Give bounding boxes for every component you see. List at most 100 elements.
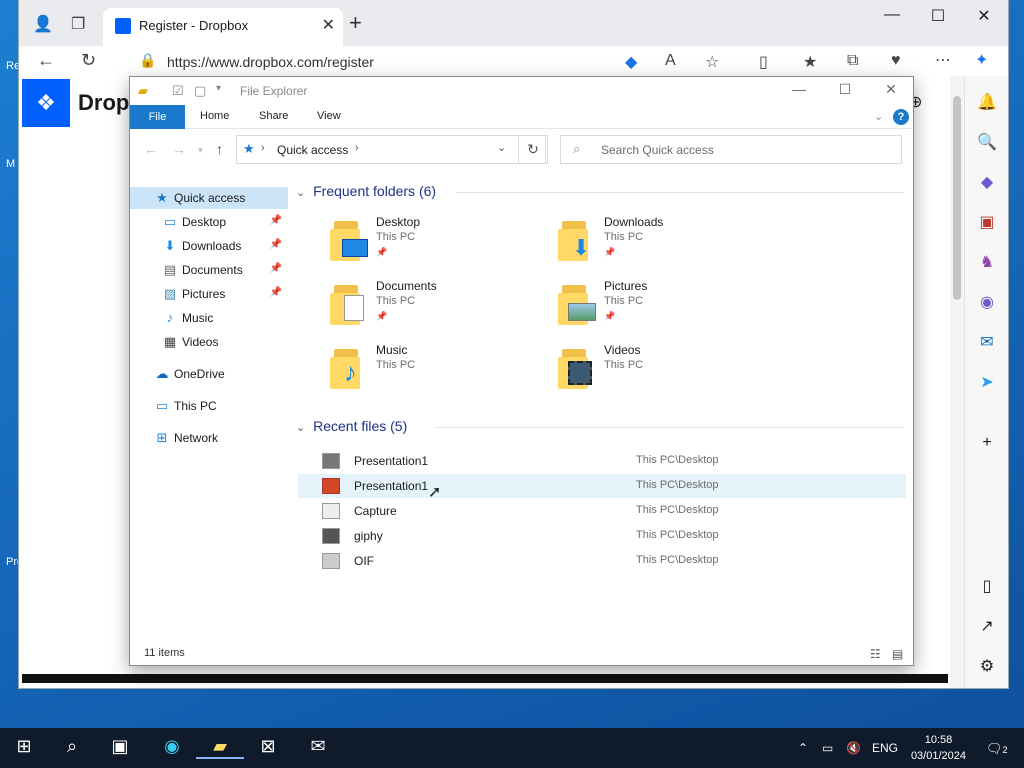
ribbon-expand-icon[interactable]: ⌄ — [874, 110, 883, 123]
collapse-chevron-icon[interactable]: ⌄ — [296, 187, 305, 199]
nav-item-onedrive[interactable]: ☁ OneDrive — [130, 363, 288, 385]
explorer-minimize-button[interactable]: — — [776, 81, 822, 97]
external-link-icon[interactable]: ↗ — [977, 616, 997, 636]
properties-icon[interactable]: ☑ — [172, 83, 184, 99]
collapse-chevron-icon[interactable]: ⌄ — [296, 422, 305, 434]
coupon-tag-icon[interactable]: ◆ — [625, 52, 637, 72]
large-icons-view-icon[interactable]: ▤ — [892, 647, 903, 661]
new-folder-icon[interactable]: ▢ — [194, 83, 206, 99]
volume-muted-icon[interactable]: 🔇 — [846, 741, 861, 755]
address-dropdown-icon[interactable]: ⌄ — [497, 141, 506, 154]
nav-item-pictures[interactable]: ▨ Pictures 📌 — [130, 283, 288, 305]
folder-tile-music[interactable]: ♪ Music This PC — [330, 343, 550, 399]
folder-tile-documents[interactable]: Documents This PC 📌 — [330, 279, 550, 335]
collections-icon[interactable]: ⧉ — [847, 52, 858, 70]
store-icon[interactable]: ⊠ — [244, 736, 292, 757]
recent-locations-icon[interactable]: ▾ — [198, 145, 203, 156]
recent-file-row[interactable]: Capture This PC\Desktop — [298, 499, 906, 523]
nav-item-music[interactable]: ♪ Music — [130, 307, 288, 329]
clock[interactable]: 10:58 03/01/2024 — [911, 732, 966, 764]
breadcrumb-chevron-icon[interactable]: › — [261, 142, 265, 154]
nav-item-documents[interactable]: ▤ Documents 📌 — [130, 259, 288, 281]
settings-gear-icon[interactable]: ⚙ — [977, 656, 997, 676]
file-explorer-icon[interactable]: ▰ — [196, 736, 244, 759]
nav-item-desktop[interactable]: ▭ Desktop 📌 — [130, 211, 288, 233]
folder-tile-videos[interactable]: Videos This PC — [558, 343, 778, 399]
search-icon[interactable]: 🔍 — [977, 132, 997, 152]
breadcrumb-chevron-icon[interactable]: › — [355, 142, 359, 154]
read-aloud-icon[interactable]: A — [665, 52, 676, 70]
add-icon[interactable]: + — [977, 434, 997, 452]
up-arrow-icon[interactable]: ↑ — [216, 141, 223, 157]
task-view-icon[interactable]: ▣ — [96, 736, 144, 757]
bell-icon[interactable]: 🔔 — [977, 92, 997, 112]
favorite-star-icon[interactable]: ☆ — [705, 52, 719, 72]
folder-tile-downloads[interactable]: ⬇ Downloads This PC 📌 — [558, 215, 778, 271]
back-icon[interactable]: ← — [37, 50, 55, 71]
explorer-close-button[interactable]: ✕ — [868, 81, 914, 98]
nav-item-downloads[interactable]: ⬇ Downloads 📌 — [130, 235, 288, 257]
maximize-button[interactable]: ☐ — [915, 6, 961, 26]
search-box[interactable]: ⌕ Search Quick access — [560, 135, 902, 164]
nav-item-network[interactable]: ⊞ Network — [130, 427, 288, 449]
new-tab-button[interactable]: + — [349, 12, 362, 34]
notification-center-icon[interactable]: 🗨2 — [986, 741, 1008, 757]
nav-item-quick-access[interactable]: ★ Quick access — [130, 187, 288, 209]
tab-home[interactable]: Home — [200, 110, 229, 122]
tools-icon[interactable]: ▣ — [977, 212, 997, 232]
recent-file-row[interactable]: giphy This PC\Desktop — [298, 524, 906, 548]
drop-send-icon[interactable]: ➤ — [977, 372, 997, 392]
lock-icon[interactable]: 🔒 — [139, 52, 156, 69]
recent-file-row[interactable]: OIF This PC\Desktop — [298, 549, 906, 573]
nav-item-videos[interactable]: ▦ Videos — [130, 331, 288, 353]
tab-view[interactable]: View — [317, 110, 341, 122]
dropbox-logo-icon[interactable]: ❖ — [22, 79, 70, 127]
browser-essentials-icon[interactable]: ♥ — [891, 52, 901, 70]
tab-share[interactable]: Share — [259, 110, 288, 122]
split-screen-icon[interactable]: ▯ — [759, 52, 768, 72]
network-status-icon[interactable]: ▭ — [822, 741, 833, 755]
breadcrumb-quick-access[interactable]: Quick access — [277, 143, 348, 157]
mail-icon[interactable]: ✉ — [294, 736, 342, 757]
more-menu-icon[interactable]: ⋯ — [935, 50, 951, 70]
copilot-icon[interactable]: ✦ — [975, 50, 988, 70]
show-hidden-icons-icon[interactable]: ⌃ — [798, 741, 808, 755]
m365-icon[interactable]: ◉ — [977, 292, 997, 312]
tab-close-icon[interactable]: ✕ — [322, 15, 335, 35]
start-windows-icon[interactable]: ⊞ — [0, 736, 48, 757]
outlook-icon[interactable]: ✉ — [977, 332, 997, 352]
edge-icon[interactable]: ◉ — [148, 736, 196, 757]
favorites-icon[interactable]: ★ — [803, 52, 817, 72]
sidebar-toggle-icon[interactable]: ▯ — [977, 576, 997, 596]
refresh-icon[interactable]: ↻ — [81, 50, 96, 71]
qat-dropdown-icon[interactable]: ▾ — [216, 83, 221, 94]
tab-file[interactable]: File — [130, 105, 185, 129]
search-icon[interactable]: ⌕ — [48, 736, 96, 757]
tab-register-dropbox[interactable]: Register - Dropbox ✕ — [103, 8, 343, 46]
explorer-maximize-button[interactable]: ☐ — [822, 81, 868, 98]
recent-file-row[interactable]: Presentation1 This PC\Desktop ➚ — [298, 474, 906, 501]
url-text[interactable]: https://www.dropbox.com/register — [167, 54, 374, 70]
address-box[interactable]: ★ › Quick access › ⌄ — [236, 135, 546, 164]
url-box[interactable]: 🔒 https://www.dropbox.com/register — [129, 48, 699, 74]
folder-tile-desktop[interactable]: Desktop This PC 📌 — [330, 215, 550, 271]
forward-arrow-icon[interactable]: → — [172, 141, 186, 157]
folder-tile-pictures[interactable]: Pictures This PC 📌 — [558, 279, 778, 335]
frequent-folders-header[interactable]: ⌄ Frequent folders (6) — [296, 183, 904, 199]
profile-icon[interactable]: 👤 — [33, 14, 53, 34]
tab-actions-icon[interactable]: ❐ — [71, 14, 85, 34]
games-icon[interactable]: ♞ — [977, 252, 997, 272]
scrollbar-thumb[interactable] — [953, 96, 961, 300]
page-scrollbar[interactable] — [950, 76, 964, 688]
minimize-button[interactable]: — — [869, 6, 915, 24]
language-indicator[interactable]: ENG — [872, 741, 898, 755]
details-view-icon[interactable]: ☷ — [870, 647, 881, 661]
nav-item-this-pc[interactable]: ▭ This PC — [130, 395, 288, 417]
refresh-button[interactable]: ↻ — [518, 135, 548, 164]
back-arrow-icon[interactable]: ← — [144, 141, 158, 157]
shopping-tag-icon[interactable]: ◆ — [977, 172, 997, 192]
recent-file-row[interactable]: Presentation1 This PC\Desktop — [298, 449, 906, 473]
recent-files-header[interactable]: ⌄ Recent files (5) — [296, 418, 904, 434]
close-button[interactable]: ✕ — [961, 6, 1007, 26]
help-icon[interactable]: ? — [893, 109, 909, 125]
